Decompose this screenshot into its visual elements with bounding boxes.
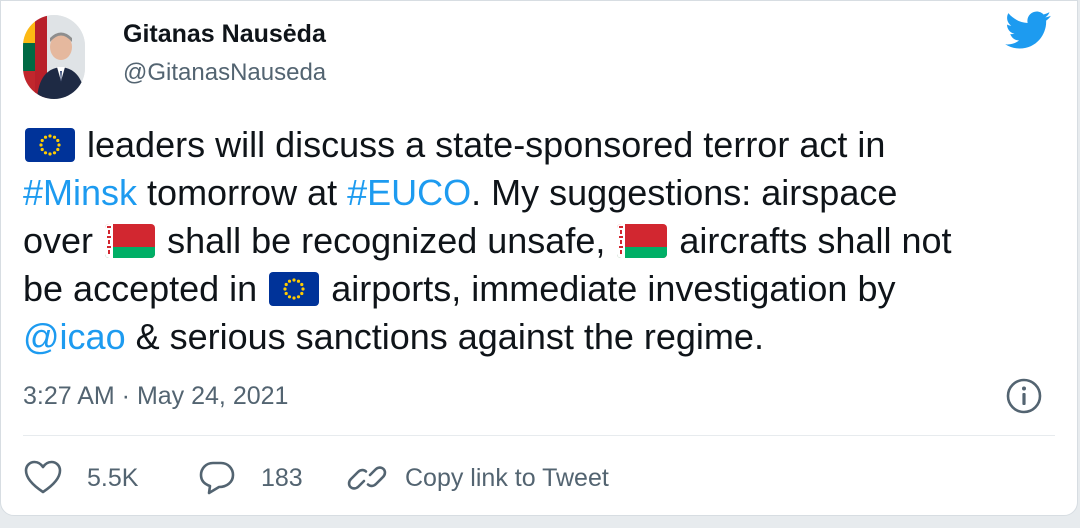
tweet-line-4: be accepted in airports, immediate inves… bbox=[23, 265, 1063, 313]
tweet-text-segment: leaders will discuss a state-sponsored t… bbox=[87, 124, 886, 165]
avatar-image bbox=[23, 15, 85, 99]
copy-link-button[interactable]: Copy link to Tweet bbox=[347, 457, 609, 499]
tweet-text-segment: . My suggestions: airspace bbox=[471, 172, 898, 213]
tweet-text-segment: over bbox=[23, 220, 94, 261]
tweet-text: leaders will discuss a state-sponsored t… bbox=[23, 121, 1063, 361]
reply-button[interactable]: 183 bbox=[197, 457, 303, 499]
copy-link-label: Copy link to Tweet bbox=[405, 464, 609, 492]
avatar[interactable] bbox=[23, 15, 85, 99]
divider bbox=[23, 435, 1055, 436]
tweet-card: Gitanas Nausėda @GitanasNauseda leaders … bbox=[0, 0, 1078, 516]
info-icon[interactable] bbox=[1005, 377, 1043, 415]
tweet-text-segment: tomorrow at bbox=[147, 172, 338, 213]
hashtag-euco-link[interactable]: #EUCO bbox=[347, 172, 471, 213]
tweet-text-segment: aircrafts shall not bbox=[679, 220, 952, 261]
tweet-line-2: #Minsk tomorrow at #EUCO. My suggestions… bbox=[23, 169, 1063, 217]
account-handle[interactable]: @GitanasNauseda bbox=[123, 57, 326, 89]
tweet-timestamp[interactable]: 3:27 AM · May 24, 2021 bbox=[23, 379, 288, 413]
tweet-actions: 5.5K 183 Copy link to Tweet bbox=[23, 457, 1057, 499]
tweet-line-5: @icao & serious sanctions against the re… bbox=[23, 313, 1063, 361]
tweet-text-segment: & serious sanctions against the regime. bbox=[135, 316, 764, 357]
flag-eu-icon bbox=[269, 272, 320, 306]
account-name[interactable]: Gitanas Nausėda bbox=[123, 17, 326, 51]
tweet-header: Gitanas Nausėda @GitanasNauseda bbox=[23, 11, 1057, 99]
flag-belarus-icon bbox=[617, 224, 668, 258]
like-button[interactable]: 5.5K bbox=[23, 457, 138, 499]
tweet-line-3: over shall be recognized unsafe, aircraf… bbox=[23, 217, 1063, 265]
twitter-bird-icon[interactable] bbox=[1005, 11, 1051, 49]
link-icon bbox=[347, 466, 387, 490]
like-count: 5.5K bbox=[87, 464, 139, 492]
tweet-text-segment: be accepted in bbox=[23, 268, 258, 309]
heart-icon bbox=[24, 460, 62, 494]
tweet-line-1: leaders will discuss a state-sponsored t… bbox=[23, 121, 1063, 169]
flag-belarus-icon bbox=[105, 224, 156, 258]
mention-icao-link[interactable]: @icao bbox=[23, 316, 126, 357]
tweet-text-segment: shall be recognized unsafe, bbox=[167, 220, 606, 261]
hashtag-minsk-link[interactable]: #Minsk bbox=[23, 172, 137, 213]
speech-bubble-icon bbox=[199, 461, 235, 495]
tweet-text-segment: airports, immediate investigation by bbox=[331, 268, 896, 309]
reply-count: 183 bbox=[261, 464, 303, 492]
flag-eu-icon bbox=[25, 128, 75, 162]
